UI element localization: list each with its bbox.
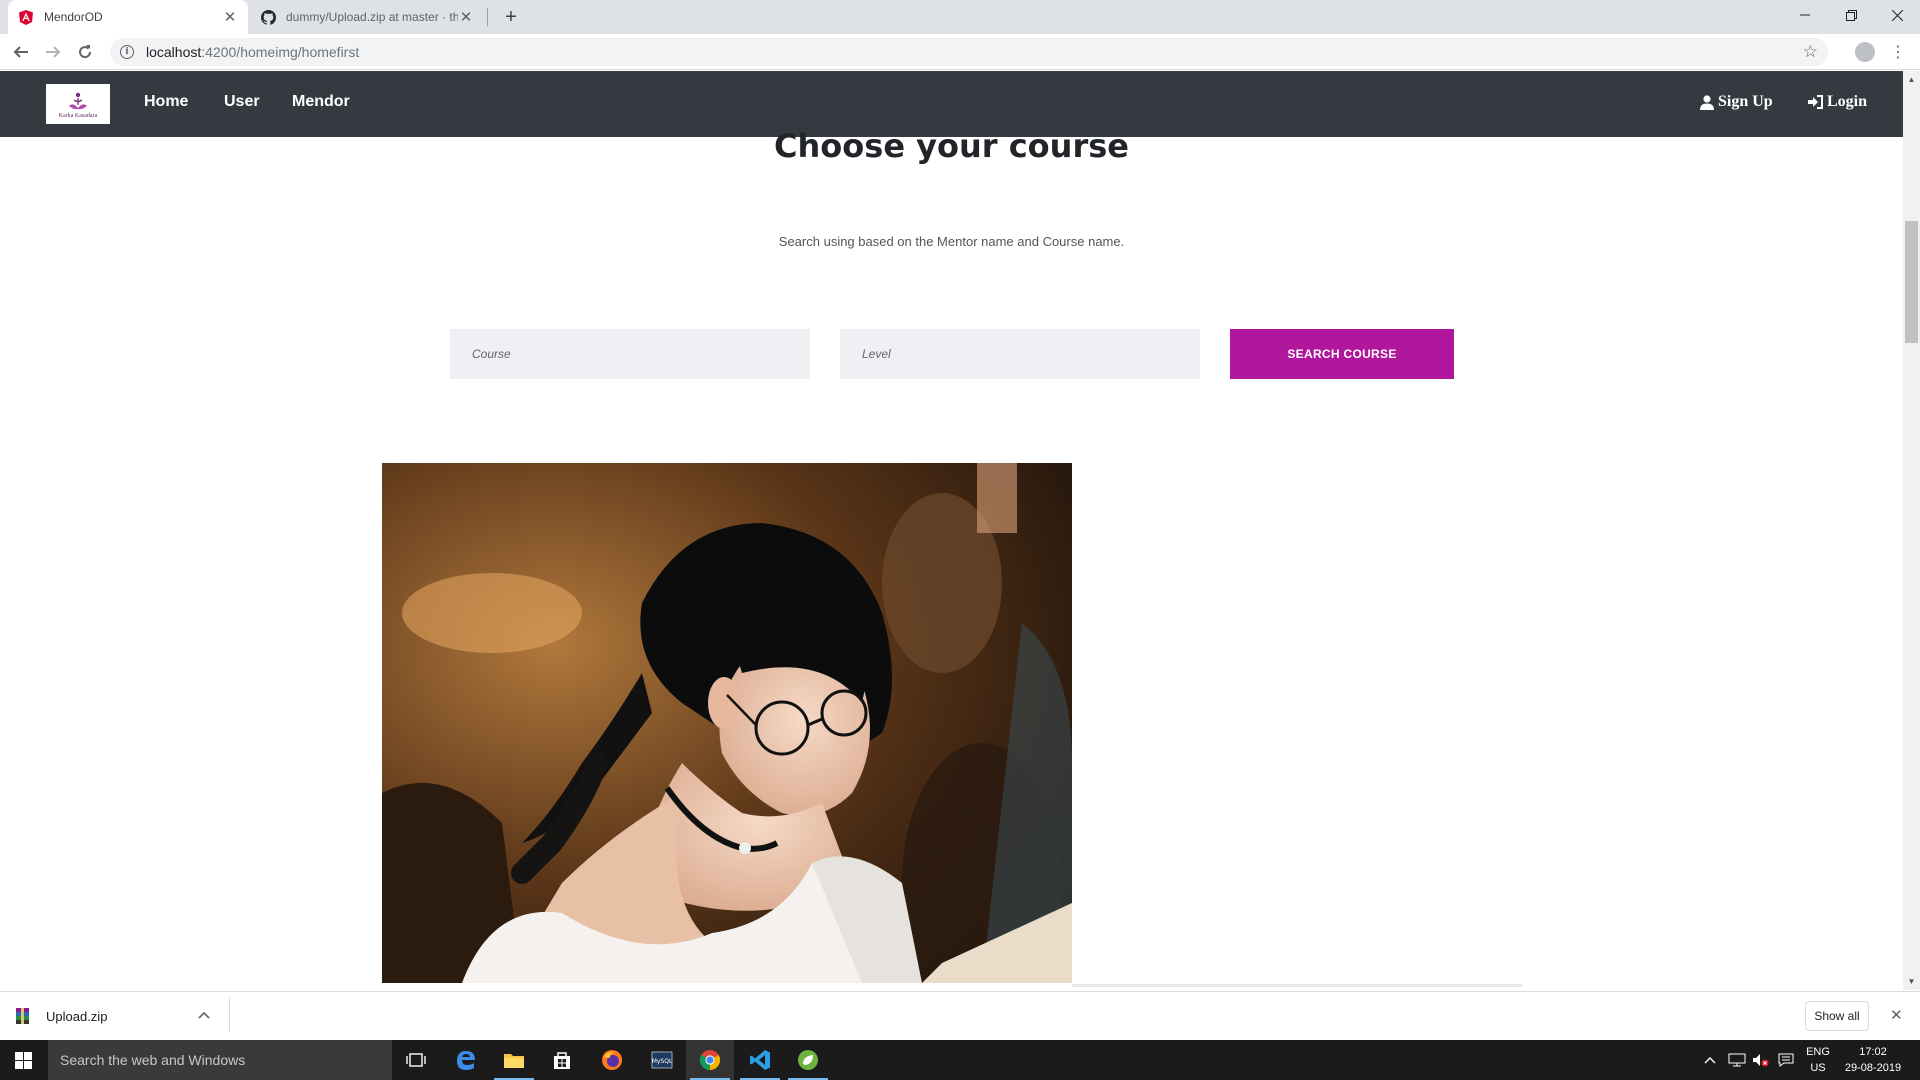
back-button[interactable] [8, 39, 34, 65]
network-icon[interactable] [1728, 1040, 1746, 1080]
start-button[interactable] [0, 1040, 46, 1080]
page-viewport: Karka Kasadara Home User Mendor Sign Up … [0, 71, 1903, 990]
close-tab-icon[interactable]: ✕ [222, 9, 238, 26]
browser-menu-icon[interactable]: ⋮ [1890, 40, 1906, 64]
hero-photo [382, 463, 1072, 983]
clock-date: 29-08-2019 [1844, 1062, 1902, 1074]
tab-title: MendorOD [44, 10, 103, 24]
spring-leaf-icon [798, 1050, 818, 1070]
logo-text: Karka Kasadara [58, 112, 98, 119]
chevron-up-icon[interactable] [198, 1008, 210, 1022]
action-center-icon[interactable] [1778, 1040, 1794, 1080]
url-host: localhost [146, 44, 202, 60]
download-separator [229, 998, 230, 1032]
lotus-logo-icon [69, 92, 87, 109]
region-code: US [1810, 1062, 1826, 1074]
language-code: ENG [1806, 1046, 1830, 1058]
windows-logo-icon [14, 1051, 32, 1069]
restore-button[interactable] [1828, 0, 1874, 30]
scroll-thumb[interactable] [1905, 221, 1918, 343]
taskbar-spring-tool[interactable] [784, 1040, 832, 1080]
windows-taskbar: Search the web and Windows MySQL ENG US … [0, 1040, 1920, 1080]
folder-icon [504, 1054, 524, 1068]
clock-time: 17:02 [1859, 1046, 1887, 1058]
nav-user-link[interactable]: User [224, 93, 260, 111]
close-window-button[interactable] [1874, 0, 1920, 30]
info-icon[interactable]: i [120, 45, 134, 59]
sign-in-icon [1808, 95, 1823, 109]
edge-icon [457, 1051, 475, 1070]
task-view-button[interactable] [392, 1040, 440, 1080]
angular-icon [18, 9, 34, 25]
profile-avatar-icon[interactable] [1855, 42, 1875, 62]
sign-up-link[interactable]: Sign Up [1700, 93, 1773, 111]
task-view-icon [406, 1053, 426, 1067]
minimize-button[interactable] [1782, 0, 1828, 30]
address-bar[interactable]: i localhost:4200/homeimg/homefirst ☆ [110, 38, 1828, 66]
download-bar: Upload.zip Show all ✕ [0, 991, 1920, 1039]
url-path: :4200/homeimg/homefirst [201, 44, 360, 60]
github-icon [260, 9, 276, 25]
taskbar-store[interactable] [538, 1040, 586, 1080]
reload-button[interactable] [72, 39, 98, 65]
search-course-button[interactable]: SEARCH COURSE [1230, 329, 1454, 379]
tab-mendorod[interactable]: MendorOD ✕ [8, 0, 248, 34]
archive-file-icon [16, 1008, 29, 1024]
login-label: Login [1827, 93, 1868, 110]
taskbar-edge[interactable] [442, 1040, 490, 1080]
login-link[interactable]: Login [1808, 93, 1867, 111]
scroll-down-icon[interactable]: ▼ [1903, 973, 1920, 990]
divider-line [1072, 984, 1522, 987]
language-indicator[interactable]: ENG US [1804, 1044, 1832, 1076]
show-all-button[interactable]: Show all [1805, 1001, 1869, 1031]
firefox-icon [602, 1050, 622, 1070]
new-tab-button[interactable]: + [498, 4, 524, 30]
taskbar-search-box[interactable]: Search the web and Windows [48, 1040, 392, 1080]
tab-title: dummy/Upload.zip at master · th [286, 10, 458, 24]
taskbar-file-explorer[interactable] [490, 1040, 538, 1080]
chrome-icon [699, 1050, 721, 1071]
vscode-icon [750, 1050, 770, 1070]
page-subtitle: Search using based on the Mentor name an… [778, 234, 1125, 249]
tab-separator [487, 8, 488, 26]
close-download-bar-icon[interactable]: ✕ [1890, 1006, 1903, 1024]
taskbar-chrome[interactable] [686, 1040, 734, 1080]
course-input[interactable]: Course [450, 329, 810, 379]
browser-tab-strip: MendorOD ✕ dummy/Upload.zip at master · … [0, 0, 1920, 34]
nav-home-link[interactable]: Home [144, 93, 188, 111]
bookmark-star-icon[interactable]: ☆ [1803, 42, 1818, 62]
store-icon [554, 1052, 570, 1069]
sign-up-label: Sign Up [1718, 93, 1773, 110]
scroll-up-icon[interactable]: ▲ [1903, 71, 1920, 88]
close-tab-icon[interactable]: ✕ [458, 9, 474, 26]
level-input[interactable]: Level [840, 329, 1200, 379]
user-icon [1700, 94, 1714, 110]
system-clock[interactable]: 17:02 29-08-2019 [1838, 1044, 1908, 1076]
taskbar-mysql-app[interactable]: MySQL [638, 1040, 686, 1080]
taskbar-vscode[interactable] [736, 1040, 784, 1080]
tab-github-upload[interactable]: dummy/Upload.zip at master · th ✕ [250, 0, 484, 34]
site-logo[interactable]: Karka Kasadara [46, 84, 110, 124]
tray-chevron-icon[interactable] [1704, 1040, 1716, 1080]
taskbar-firefox[interactable] [588, 1040, 636, 1080]
volume-muted-icon[interactable] [1752, 1040, 1770, 1080]
download-item[interactable]: Upload.zip [14, 1002, 107, 1030]
page-scrollbar[interactable]: ▲ ▼ [1903, 71, 1920, 990]
download-file-name: Upload.zip [46, 1008, 108, 1024]
forward-button[interactable] [40, 39, 66, 65]
browser-toolbar: i localhost:4200/homeimg/homefirst ☆ ⋮ [0, 34, 1920, 70]
page-title: Choose your course [774, 127, 1129, 165]
nav-mendor-link[interactable]: Mendor [292, 93, 350, 111]
mysql-workbench-icon: MySQL [651, 1051, 673, 1069]
svg-text:MySQL: MySQL [652, 1058, 673, 1065]
